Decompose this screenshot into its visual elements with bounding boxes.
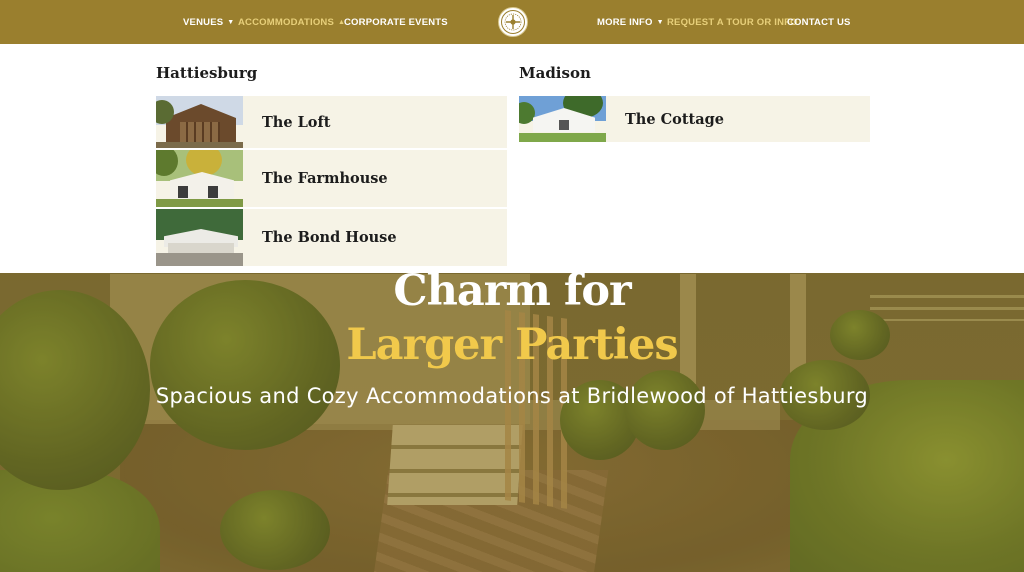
nav-more-info[interactable]: MORE INFO ▼: [597, 0, 664, 44]
menu-item-the-loft[interactable]: The Loft: [156, 96, 507, 148]
bridlewood-logo-icon[interactable]: [498, 7, 528, 37]
nav-request-tour-label: REQUEST A TOUR OR INFO: [667, 17, 798, 28]
the-farmhouse-label: The Farmhouse: [262, 170, 388, 187]
top-navigation: VENUES ▼ ACCOMMODATIONS ▲ CORPORATE EVENTS…: [0, 0, 1024, 44]
hero-subtitle: Spacious and Cozy Accommodations at Brid…: [155, 384, 869, 408]
nav-corporate-events-label: CORPORATE EVENTS: [344, 17, 448, 28]
accommodations-dropdown-menu: Hattiesburg Madison The Loft The Farmhou…: [0, 40, 1024, 273]
the-loft-label: The Loft: [262, 113, 331, 131]
region-title-hattiesburg: Hattiesburg: [156, 64, 258, 82]
nav-accommodations[interactable]: ACCOMMODATIONS ▲: [238, 0, 345, 44]
the-farmhouse-thumbnail: [156, 150, 243, 207]
the-cottage-thumbnail: [519, 96, 606, 142]
nav-venues-label: VENUES: [183, 17, 224, 28]
nav-request-tour[interactable]: REQUEST A TOUR OR INFO: [667, 0, 798, 44]
menu-item-the-farmhouse[interactable]: The Farmhouse: [156, 150, 507, 207]
region-title-madison: Madison: [519, 64, 591, 82]
menu-item-the-cottage[interactable]: The Cottage: [519, 96, 870, 142]
chevron-down-icon: ▼: [227, 19, 235, 26]
nav-contact-us[interactable]: CONTACT US: [787, 0, 851, 44]
nav-accommodations-label: ACCOMMODATIONS: [238, 17, 335, 28]
nav-corporate-events[interactable]: CORPORATE EVENTS: [344, 0, 448, 44]
hero-heading: Charm for Larger Parties Spacious and Co…: [0, 262, 1024, 408]
hero-title-line2: Larger Parties: [346, 320, 678, 370]
the-bond-house-label: The Bond House: [262, 229, 397, 246]
nav-contact-us-label: CONTACT US: [787, 17, 851, 28]
the-cottage-label: The Cottage: [625, 110, 724, 128]
menu-item-the-bond-house[interactable]: The Bond House: [156, 209, 507, 266]
nav-more-info-label: MORE INFO: [597, 17, 653, 28]
the-loft-thumbnail: [156, 96, 243, 148]
nav-venues[interactable]: VENUES ▼: [183, 0, 234, 44]
the-bond-house-thumbnail: [156, 209, 243, 266]
chevron-down-icon: ▼: [656, 19, 664, 26]
